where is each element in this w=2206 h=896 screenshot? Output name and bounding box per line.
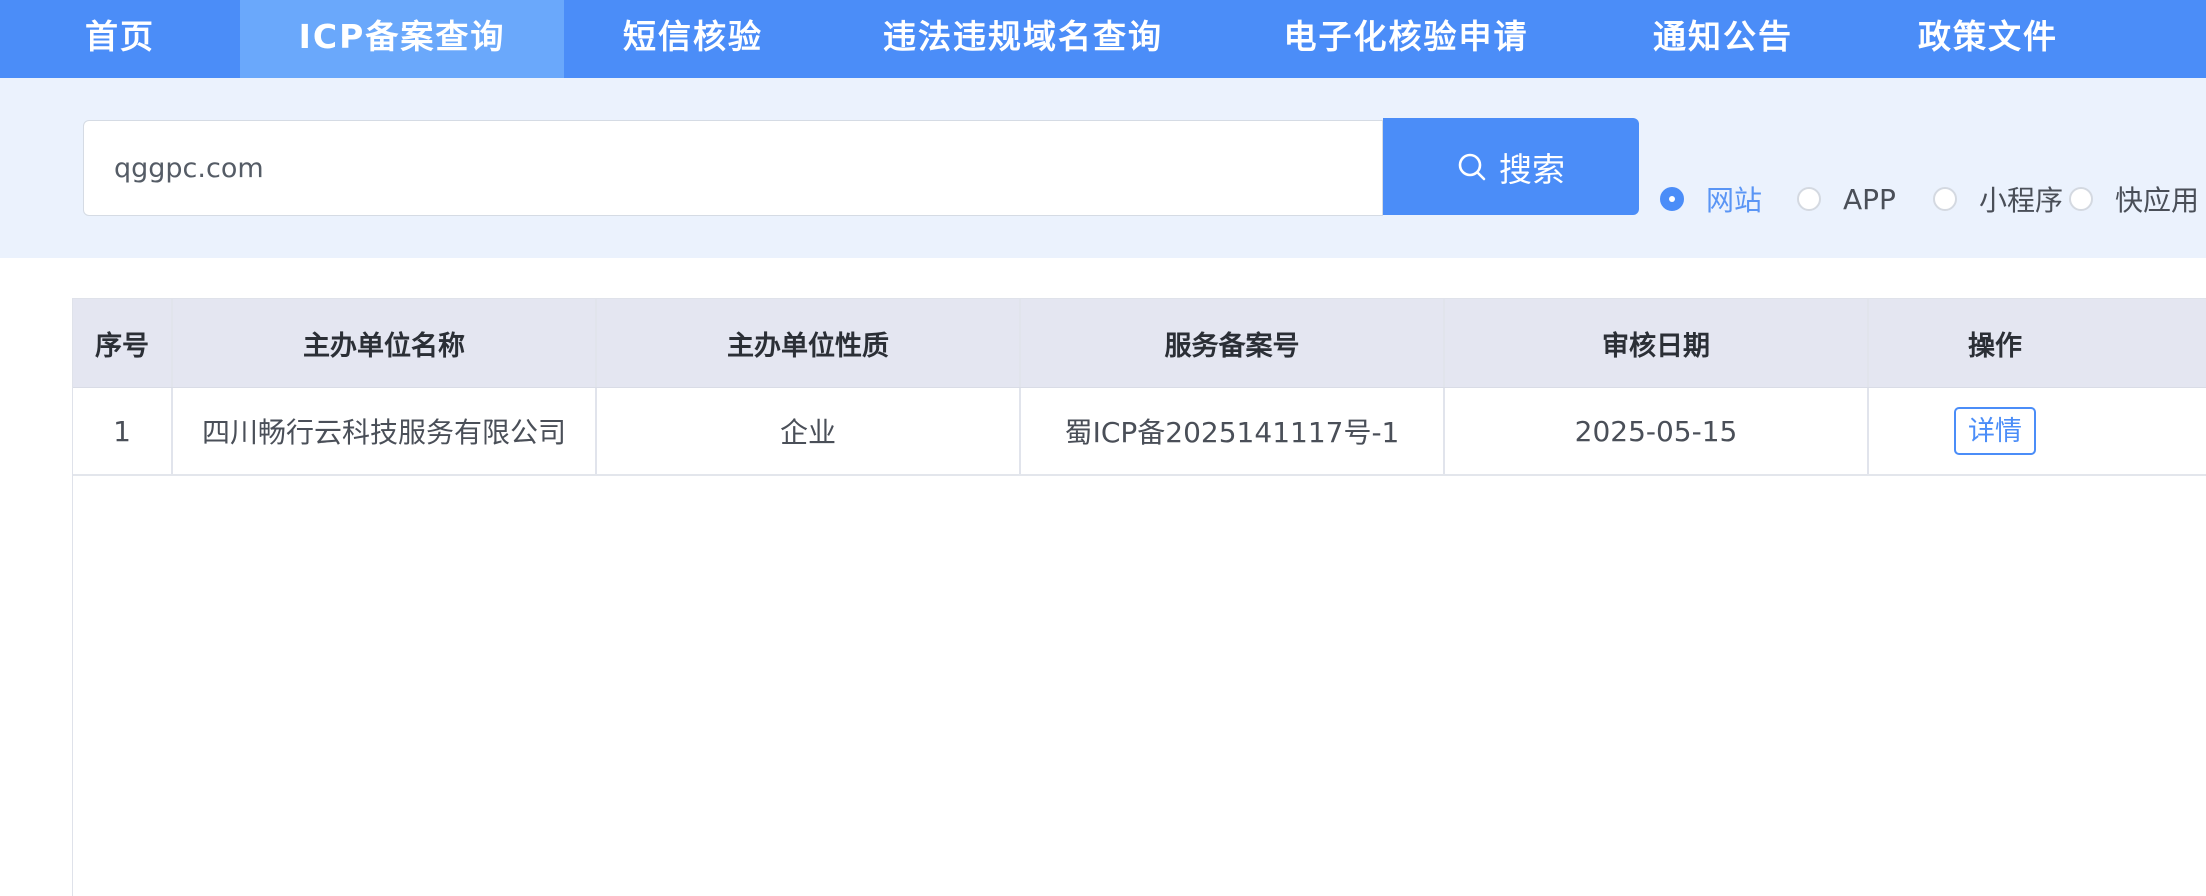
cell-org-type: 企业 bbox=[597, 388, 1021, 474]
cell-action: 详情 bbox=[1869, 388, 2206, 474]
nav-item-sms-verify[interactable]: 短信核验 bbox=[564, 0, 822, 78]
search-button[interactable]: 搜索 bbox=[1383, 118, 1639, 215]
radio-indicator bbox=[1660, 187, 1684, 211]
results-table: 序号 主办单位名称 主办单位性质 服务备案号 审核日期 操作 1 四川畅行云科技… bbox=[72, 298, 2206, 896]
cell-org-name: 四川畅行云科技服务有限公司 bbox=[173, 388, 597, 474]
cell-license-no: 蜀ICP备2025141117号-1 bbox=[1021, 388, 1445, 474]
column-header-review-date: 审核日期 bbox=[1445, 299, 1869, 387]
detail-button[interactable]: 详情 bbox=[1954, 407, 2036, 455]
top-nav: 首页 ICP备案查询 短信核验 违法违规域名查询 电子化核验申请 通知公告 政策… bbox=[0, 0, 2206, 78]
column-header-org-type: 主办单位性质 bbox=[597, 299, 1021, 387]
table-row: 1 四川畅行云科技服务有限公司 企业 蜀ICP备2025141117号-1 20… bbox=[73, 388, 2206, 476]
nav-item-policy-docs[interactable]: 政策文件 bbox=[1858, 0, 2118, 78]
search-icon bbox=[1458, 153, 1486, 180]
search-button-label: 搜索 bbox=[1499, 149, 1565, 189]
column-header-index: 序号 bbox=[73, 299, 173, 387]
radio-label: 网站 bbox=[1706, 184, 1763, 217]
nav-item-home[interactable]: 首页 bbox=[0, 0, 240, 78]
nav-item-e-verify-apply[interactable]: 电子化核验申请 bbox=[1224, 0, 1588, 78]
radio-mini-program[interactable]: 小程序 bbox=[1933, 179, 2063, 219]
radio-indicator bbox=[1797, 187, 1821, 211]
radio-indicator bbox=[1933, 187, 1957, 211]
column-header-action: 操作 bbox=[1968, 330, 2022, 362]
radio-website[interactable]: 网站 bbox=[1660, 179, 1762, 219]
search-input[interactable] bbox=[83, 120, 1383, 216]
nav-item-icp-query[interactable]: ICP备案查询 bbox=[240, 0, 564, 78]
column-header-license-no: 服务备案号 bbox=[1021, 299, 1445, 387]
cell-index: 1 bbox=[73, 388, 173, 474]
radio-quick-app[interactable]: 快应用 bbox=[2069, 179, 2199, 219]
radio-label: 快应用 bbox=[2115, 184, 2200, 217]
radio-label: 小程序 bbox=[1979, 184, 2064, 217]
radio-label: APP bbox=[1843, 182, 1896, 216]
nav-item-illegal-domain-query[interactable]: 违法违规域名查询 bbox=[822, 0, 1224, 78]
column-header-org-name: 主办单位名称 bbox=[173, 299, 597, 387]
table-header: 序号 主办单位名称 主办单位性质 服务备案号 审核日期 操作 bbox=[73, 298, 2206, 388]
radio-app[interactable]: APP bbox=[1797, 179, 1896, 219]
nav-item-notices[interactable]: 通知公告 bbox=[1588, 0, 1858, 78]
cell-review-date: 2025-05-15 bbox=[1445, 388, 1869, 474]
search-panel: 搜索 网站 APP 小程序 快应用 bbox=[0, 78, 2206, 258]
radio-indicator bbox=[2069, 187, 2093, 211]
